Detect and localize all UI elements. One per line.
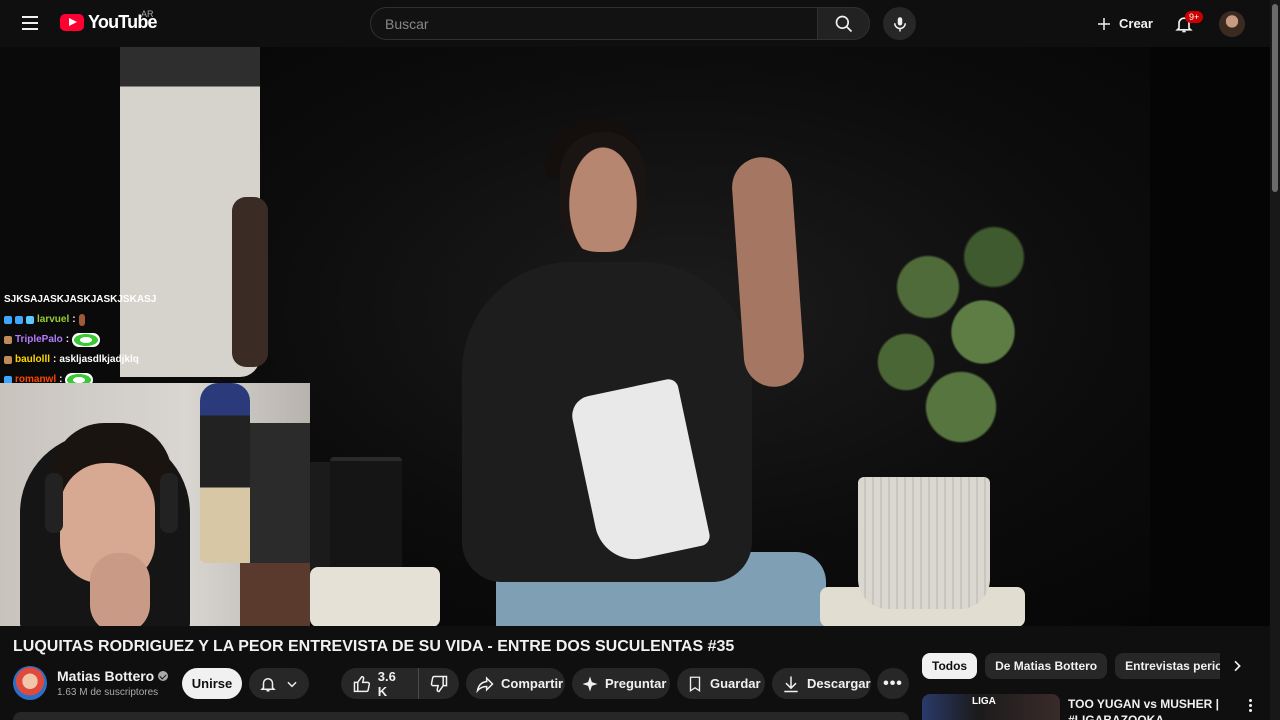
chips-next-button[interactable] — [1224, 653, 1250, 679]
chat-separator: : — [65, 334, 70, 345]
chat-username: baulolll — [15, 354, 50, 365]
kebab-menu-icon — [1248, 698, 1252, 702]
chevron-right-icon — [1234, 660, 1241, 672]
bell-icon — [260, 677, 276, 691]
chat-username: TriplePalo — [15, 334, 63, 345]
chip-interviews[interactable]: Entrevistas periodís — [1115, 653, 1220, 679]
dislike-button[interactable] — [419, 668, 459, 699]
page-scrollbar[interactable] — [1270, 0, 1280, 720]
chevron-down-icon — [287, 681, 297, 687]
thumbnail-text: LIGA — [972, 696, 996, 707]
region-code: AR — [141, 9, 154, 19]
chat-emote-icon — [78, 314, 85, 326]
create-label: Crear — [1119, 16, 1153, 31]
video-player[interactable]: SJKSAJASKJASKJASKJSKASJ larvuel : Triple… — [0, 47, 1270, 626]
chat-message: baulolll : askljasdlkjadjklq — [0, 350, 310, 370]
ask-button[interactable]: Preguntar — [572, 668, 670, 699]
ask-label: Preguntar — [605, 676, 667, 691]
streamer-webcam — [0, 383, 310, 626]
recommended-video-thumbnail[interactable]: LIGA — [922, 694, 1060, 720]
verified-check-icon — [158, 671, 169, 681]
chat-separator: : — [53, 354, 57, 365]
youtube-logo[interactable]: YouTube AR — [60, 9, 158, 33]
youtube-play-icon — [60, 14, 84, 31]
download-button[interactable]: Descargar — [772, 668, 871, 699]
description-box[interactable] — [13, 712, 909, 720]
search-bar — [370, 7, 870, 40]
join-button[interactable]: Unirse — [182, 668, 242, 699]
create-button[interactable]: Crear — [1087, 7, 1165, 40]
notification-badge: 9+ — [1185, 11, 1204, 23]
thumbs-down-icon — [430, 675, 448, 692]
channel-avatar[interactable] — [13, 666, 47, 700]
host-head — [560, 132, 646, 252]
plus-icon — [1098, 17, 1110, 30]
subscription-notifications-button[interactable] — [249, 668, 309, 699]
microphone-icon — [893, 16, 906, 31]
chat-username: SJKSAJASKJASKJASKJSKASJ — [4, 294, 157, 305]
video-title: LUQUITAS RODRIGUEZ Y LA PEOR ENTREVISTA … — [13, 638, 735, 655]
webcam-person-hand — [90, 553, 150, 626]
save-button[interactable]: Guardar — [677, 668, 765, 699]
menu-icon-bar — [22, 16, 38, 18]
kebab-menu-icon — [1248, 708, 1252, 712]
like-dislike-group: 3.6 K — [341, 668, 459, 699]
menu-icon-bar — [22, 22, 38, 24]
plant-leaves — [840, 197, 1060, 497]
headset-icon — [160, 473, 178, 533]
search-button[interactable] — [817, 7, 870, 40]
download-label: Descargar — [807, 676, 871, 691]
chat-badge-icon — [4, 336, 12, 344]
menu-button[interactable] — [14, 7, 46, 39]
channel-name-row[interactable]: Matias Bottero — [57, 668, 169, 684]
plant-pot — [858, 477, 990, 609]
kebab-menu-icon — [1248, 703, 1252, 707]
voice-search-button[interactable] — [883, 7, 916, 40]
like-count: 3.6 K — [377, 668, 396, 699]
search-icon — [835, 15, 852, 32]
notifications-button[interactable]: 9+ — [1167, 7, 1204, 40]
share-icon — [476, 675, 494, 693]
chat-separator: : — [72, 314, 76, 325]
video-letterbox — [1150, 47, 1270, 626]
mug-shadow — [310, 462, 330, 577]
thumbs-up-icon — [353, 675, 371, 692]
download-icon — [784, 676, 798, 692]
chat-badge-icon — [26, 316, 34, 324]
chat-text: askljasdlkjadjklq — [59, 354, 139, 365]
recommended-video-menu-button[interactable] — [1240, 695, 1260, 715]
mug — [330, 457, 402, 577]
account-avatar[interactable] — [1219, 11, 1245, 37]
headset-icon — [45, 473, 63, 533]
chat-emote-icon — [72, 333, 101, 347]
save-label: Guardar — [710, 676, 761, 691]
sparkle-icon — [582, 676, 598, 691]
subscriber-count: 1.63 M de suscriptores — [57, 687, 159, 698]
stream-chat-overlay: SJKSAJASKJASKJASKJSKASJ larvuel : Triple… — [0, 290, 310, 390]
bookmark-icon — [689, 676, 701, 692]
chat-badge-icon — [4, 316, 12, 324]
chat-message: TriplePalo : — [0, 330, 310, 350]
chip-from-channel[interactable]: De Matias Bottero — [985, 653, 1108, 679]
chat-message: larvuel : — [0, 310, 310, 330]
recommendation-chips: Todos De Matias Bottero Entrevistas peri… — [922, 653, 1220, 679]
chat-badge-icon — [15, 316, 23, 324]
scrollbar-thumb[interactable] — [1272, 4, 1278, 192]
menu-icon-bar — [22, 28, 38, 30]
chip-all[interactable]: Todos — [922, 653, 978, 679]
more-actions-button[interactable]: ••• — [877, 668, 909, 699]
channel-name[interactable]: Matias Bottero — [57, 668, 154, 684]
chat-message: SJKSAJASKJASKJASKJSKASJ — [0, 290, 310, 310]
like-button[interactable]: 3.6 K — [341, 668, 420, 699]
top-bar: YouTube AR Crear 9+ — [0, 0, 1270, 47]
webcam-chair — [240, 563, 310, 626]
share-label: Compartir — [501, 676, 564, 691]
chat-username: larvuel — [37, 314, 70, 325]
search-input[interactable] — [370, 7, 817, 40]
share-button[interactable]: Compartir — [466, 668, 565, 699]
chat-badge-icon — [4, 356, 12, 364]
webcam-background-figure — [200, 383, 250, 563]
side-table — [310, 567, 440, 626]
recommended-video-title[interactable]: TOO YUGAN vs MUSHER | #LIGABAZOOKA NACIO… — [1068, 696, 1228, 720]
